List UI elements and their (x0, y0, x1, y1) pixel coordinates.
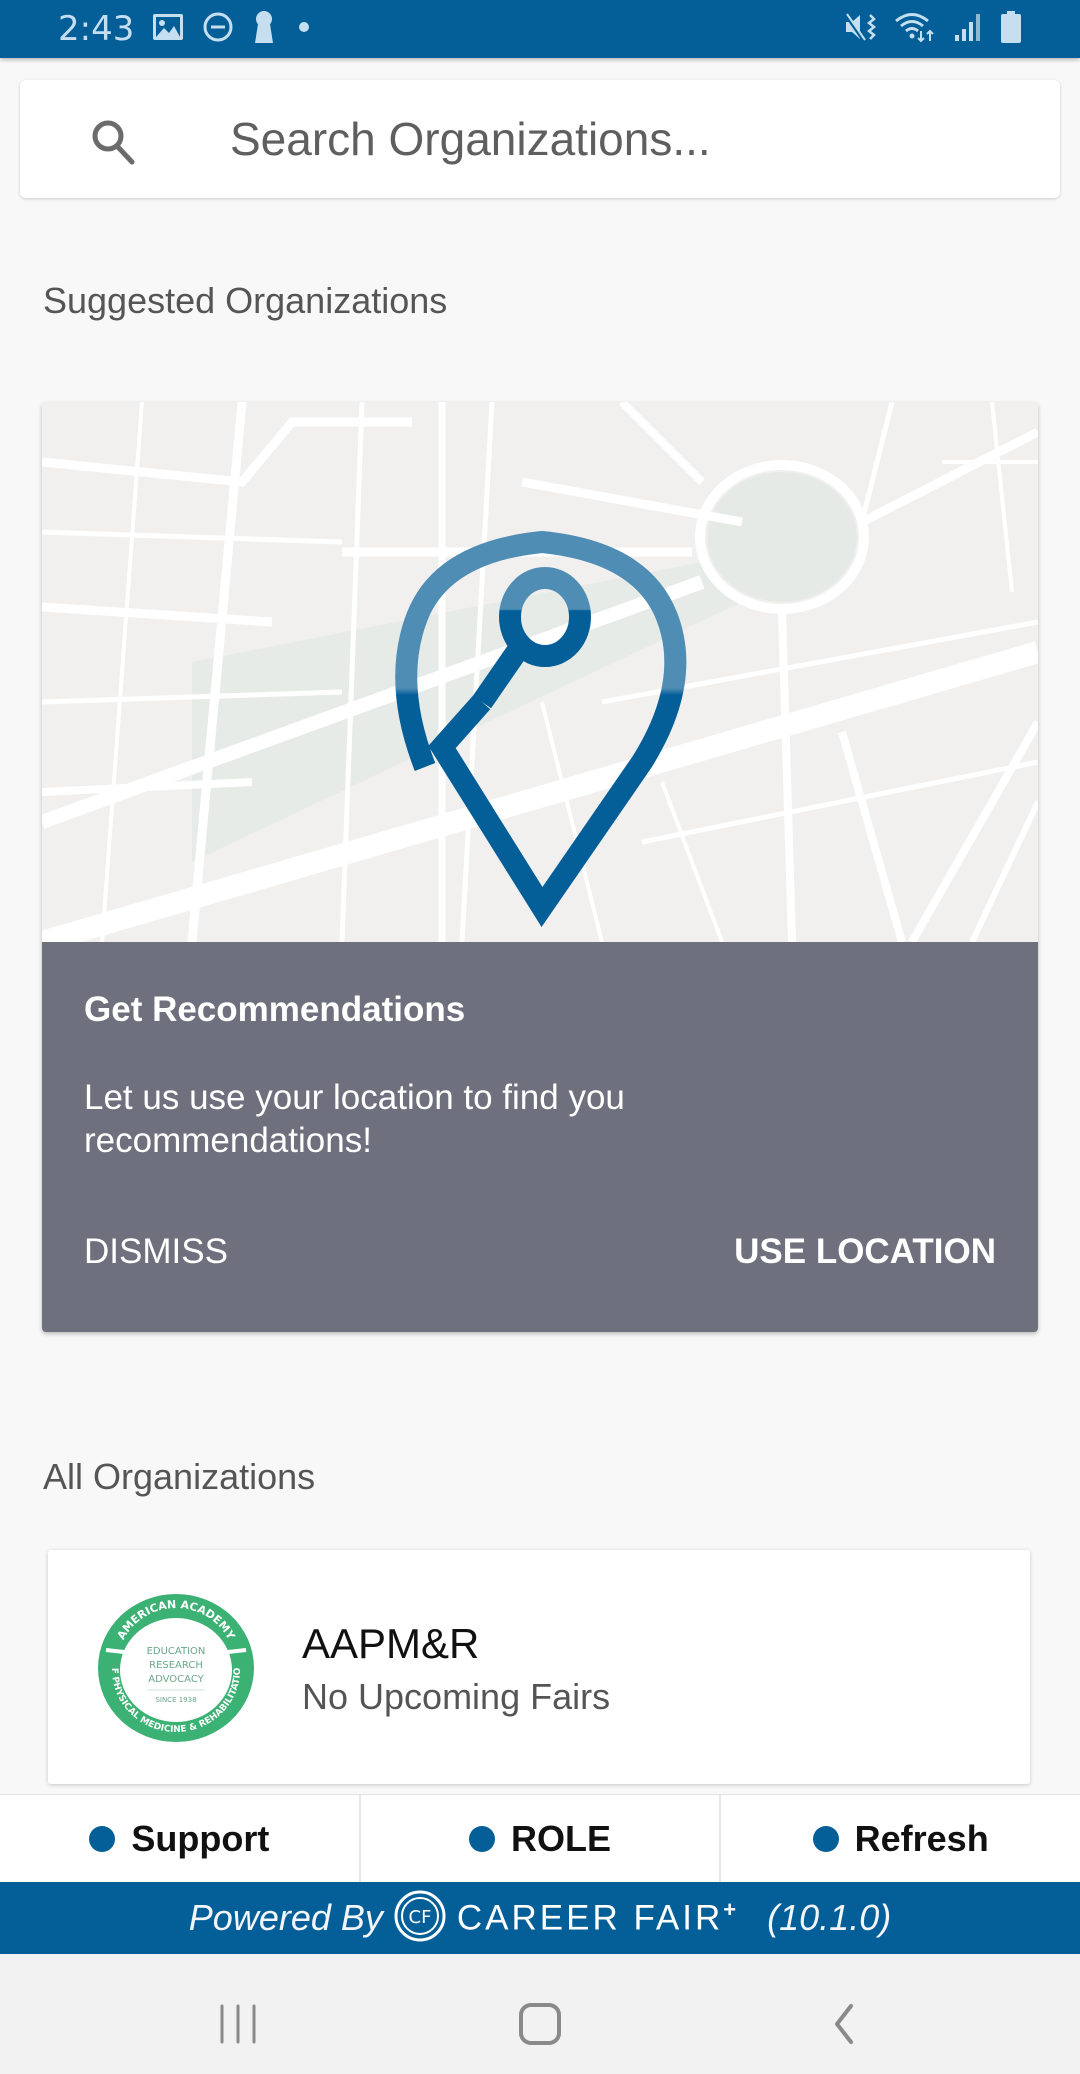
use-location-button[interactable]: USE LOCATION (734, 1232, 996, 1272)
search-icon[interactable] (90, 118, 138, 171)
organization-logo: AMERICAN ACADEMY OF PHYSICAL MEDICINE & … (92, 1585, 256, 1749)
search-bar[interactable] (20, 80, 1060, 198)
battery-icon (1000, 10, 1022, 49)
svg-text:EDUCATION: EDUCATION (147, 1646, 206, 1657)
organization-list-item[interactable]: AMERICAN ACADEMY OF PHYSICAL MEDICINE & … (48, 1550, 1030, 1784)
recommendations-panel: Get Recommendations Let us use your loca… (42, 942, 1038, 1332)
svg-text:ADVOCACY: ADVOCACY (148, 1674, 204, 1685)
svg-text:RESEARCH: RESEARCH (149, 1660, 203, 1671)
tab-support[interactable]: Support (0, 1795, 361, 1882)
wifi-data-icon (894, 11, 938, 48)
brand-plus: + (723, 1897, 740, 1923)
do-not-disturb-icon (202, 11, 234, 48)
search-input[interactable] (230, 106, 1030, 172)
recent-apps-icon (220, 2004, 256, 2044)
svg-text:SINCE 1938: SINCE 1938 (155, 1696, 196, 1704)
tab-refresh-label: Refresh (854, 1817, 989, 1859)
recent-apps-button[interactable] (198, 1984, 278, 2064)
mute-vibrate-icon (843, 11, 878, 48)
status-bar: 2:43 (0, 0, 1080, 58)
status-time: 2:43 (58, 9, 135, 49)
brand-name-text: CAREER FAIR (456, 1898, 724, 1938)
brand-name: CAREER FAIR+ (457, 1897, 739, 1939)
signal-icon (954, 11, 984, 48)
map-illustration (42, 402, 1038, 942)
home-icon (519, 2003, 561, 2045)
bullet-icon (812, 1825, 839, 1852)
bottom-tab-bar: Support ROLE Refresh (0, 1794, 1080, 1882)
bullet-icon (469, 1825, 495, 1852)
dismiss-button[interactable]: DISMISS (84, 1232, 228, 1272)
back-button[interactable] (803, 1984, 883, 2064)
system-navigation-bar (0, 1954, 1080, 2074)
tab-support-label: Support (131, 1817, 270, 1859)
organization-name: AAPM&R (302, 1620, 480, 1667)
recommendations-title: Get Recommendations (84, 990, 466, 1029)
recommendations-card: Get Recommendations Let us use your loca… (42, 402, 1038, 1332)
bullet-icon (89, 1825, 116, 1852)
suggested-organizations-heading: Suggested Organizations (43, 280, 448, 321)
all-organizations-heading: All Organizations (43, 1456, 316, 1497)
tab-refresh[interactable]: Refresh (721, 1795, 1080, 1882)
gallery-icon (152, 13, 184, 46)
tab-role-label: ROLE (511, 1817, 612, 1859)
map-background (42, 402, 1038, 942)
app-version: (10.1.0) (767, 1897, 892, 1938)
recommendations-message: Let us use your location to find you rec… (84, 1078, 625, 1160)
powered-by-text: Powered By (188, 1897, 383, 1938)
tab-role[interactable]: ROLE (361, 1795, 722, 1882)
home-button[interactable] (500, 1984, 580, 2064)
keyhole-icon (252, 10, 276, 49)
notification-dot-icon (294, 17, 314, 42)
powered-by-footer: Powered By CF CAREER FAIR+ (10.1.0) (0, 1882, 1080, 1954)
career-fair-logo-icon: CF (393, 1889, 447, 1948)
svg-text:CF: CF (408, 1907, 431, 1928)
organization-status: No Upcoming Fairs (302, 1676, 611, 1717)
back-icon (835, 2004, 853, 2044)
